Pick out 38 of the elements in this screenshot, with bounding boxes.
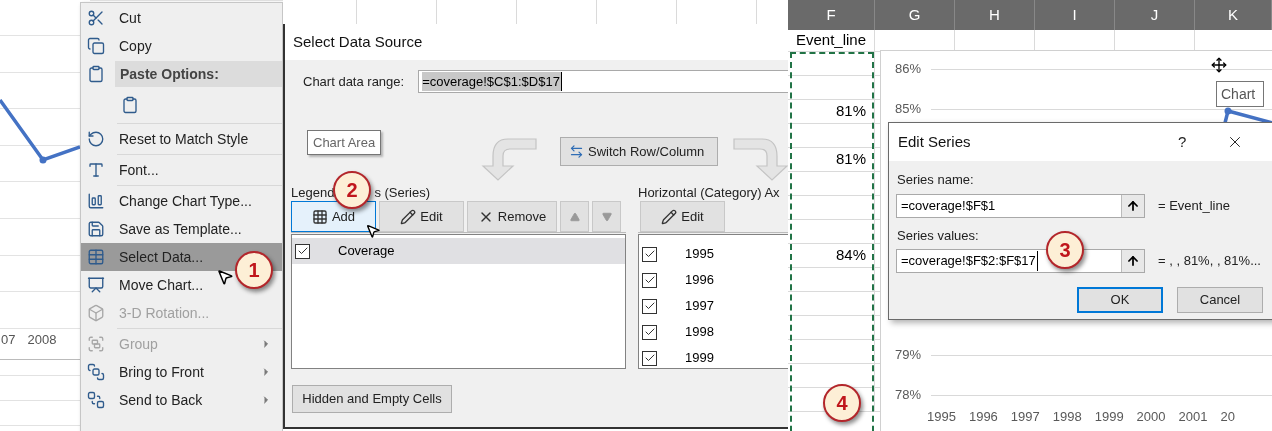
axis-label: 1995 [927,408,956,426]
axis-label: 79% [895,346,922,364]
axis-label: 1996 [968,408,998,426]
axis-label: 1999 [1094,408,1124,426]
axis-label: 20 [1220,408,1235,426]
preview-text: = Event_line [1158,196,1230,215]
category-label: 1995 [685,245,714,264]
dialog-title: Edit Series [898,131,972,152]
axis-label: 2001 [1178,408,1208,426]
category-label: 1998 [685,323,714,342]
field-label: Series values: [897,226,980,245]
category-label: 1999 [685,349,714,368]
preview-text: = , , 81%, , 81%... [1158,252,1261,271]
field-label: Chart data range: [303,72,405,91]
section-label: Legend [291,184,335,201]
menu-section-header: Paste Options: [115,61,282,87]
cell-text: 84% [835,245,866,266]
category-label: 1997 [685,297,714,316]
axis-label: 1998 [1052,408,1082,426]
axis-label: 86% [895,60,922,78]
cell-text: 81% [835,101,866,122]
section-label: s (Series) [374,184,430,201]
axis-label: 78% [895,386,922,404]
axis-label: 2008 [27,331,57,349]
section-label: Horizontal (Category) Ax [638,184,781,201]
tooltip: Chart Area [307,130,382,155]
tooltip: Chart [1216,81,1265,107]
field-label: Series name: [897,171,975,189]
cell-text: 81% [835,149,866,170]
cell-text: Event_line [795,30,867,51]
axis-label: 2000 [1136,408,1166,426]
dialog-title: Select Data Source [293,31,423,52]
category-label: 1996 [685,271,714,290]
callout-badge: 4 [823,384,861,422]
axis-label: 85% [895,100,922,118]
series-name: Coverage [338,242,395,261]
axis-label: 07 [1,331,16,349]
axis-label: 1997 [1010,408,1040,426]
